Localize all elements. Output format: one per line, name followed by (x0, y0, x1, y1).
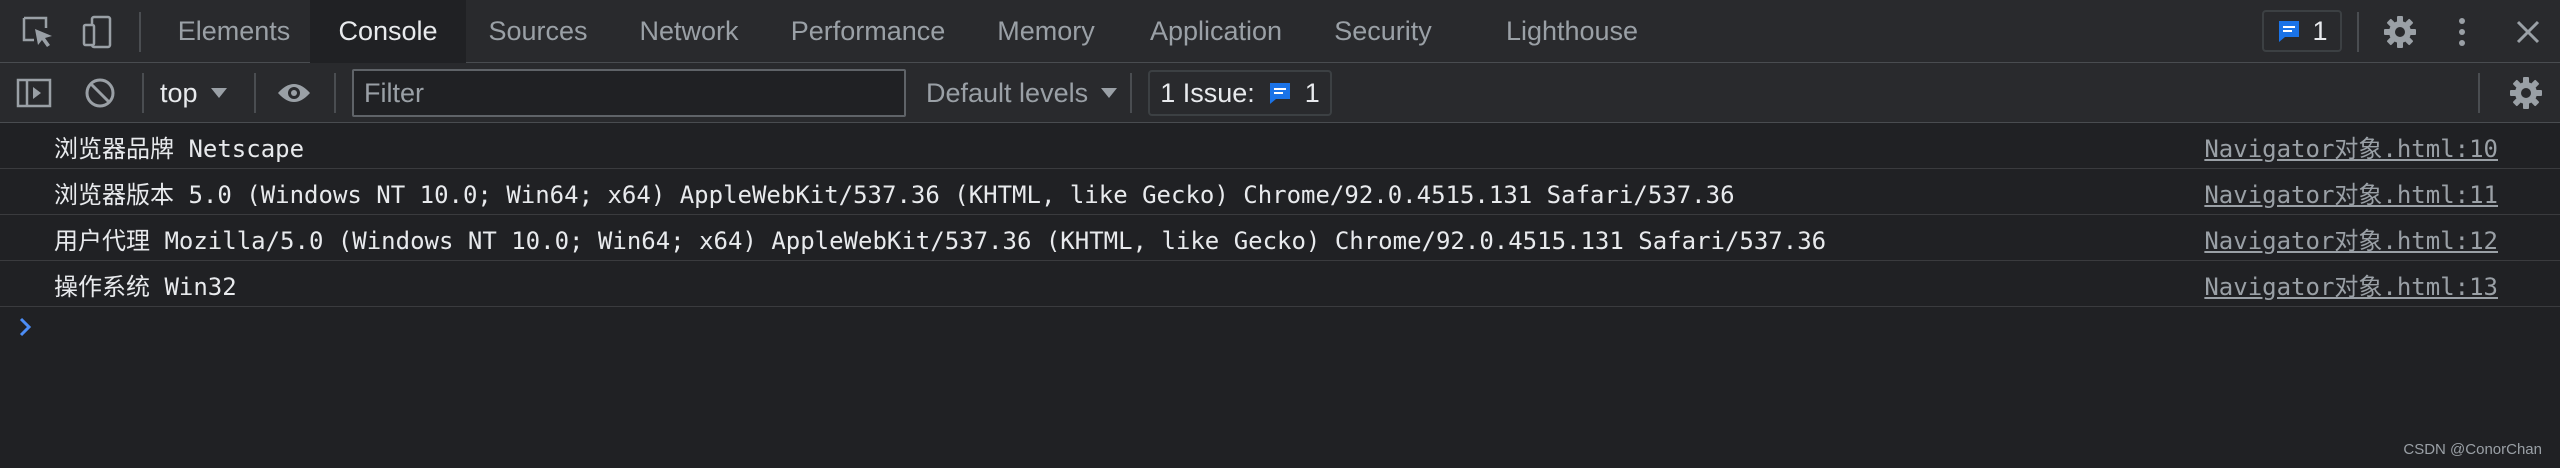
message-source-link[interactable]: Navigator对象.html:13 (2204, 261, 2498, 307)
tab-sources[interactable]: Sources (466, 0, 610, 63)
message-icon (2279, 21, 2300, 42)
tab-console[interactable]: Console (310, 0, 466, 63)
message-text: 操作系统 Win32 (54, 272, 237, 301)
console-message: 浏览器品牌 Netscape Navigator对象.html:10 (0, 123, 2560, 169)
log-levels-label: Default levels (926, 77, 1089, 108)
message-source-link[interactable]: Navigator对象.html:12 (2204, 215, 2498, 261)
issues-label: 1 Issue: (1160, 77, 1255, 108)
context-value: top (160, 77, 198, 108)
console-prompt-chevron-icon[interactable] (16, 314, 36, 340)
issues-count: 1 (1304, 77, 1320, 108)
gear-icon[interactable] (2380, 12, 2420, 52)
tab-lighthouse[interactable]: Lighthouse (1486, 0, 1658, 63)
tab-security[interactable]: Security (1308, 0, 1458, 63)
clear-console-icon[interactable] (80, 73, 120, 113)
console-message: 操作系统 Win32 Navigator对象.html:13 (0, 261, 2560, 307)
close-icon[interactable] (2508, 12, 2548, 52)
divider (254, 73, 256, 113)
issues-button[interactable]: 1 Issue: 1 (1148, 70, 1332, 116)
kebab-menu-icon[interactable] (2442, 12, 2482, 52)
sidebar-toggle-icon[interactable] (14, 73, 54, 113)
message-text: 浏览器品牌 Netscape (54, 134, 305, 163)
log-levels-dropdown[interactable]: Default levels (926, 73, 1118, 113)
divider (1130, 73, 1132, 113)
message-text: 用户代理 Mozilla/5.0 (Windows NT 10.0; Win64… (54, 226, 1827, 255)
console-toolbar: top Default levels 1 Issue: 1 (0, 63, 2560, 123)
console-message: 用户代理 Mozilla/5.0 (Windows NT 10.0; Win64… (0, 215, 2560, 261)
message-source-link[interactable]: Navigator对象.html:10 (2204, 123, 2498, 169)
triangle-down-icon (1101, 88, 1118, 98)
tab-network[interactable]: Network (610, 0, 768, 63)
devtools-tabbar: Elements Console Sources Network Perform… (0, 0, 2560, 63)
divider (334, 73, 336, 113)
console-message: 浏览器版本 5.0 (Windows NT 10.0; Win64; x64) … (0, 169, 2560, 215)
message-icon (1269, 83, 1290, 104)
triangle-down-icon (210, 88, 227, 98)
gear-icon[interactable] (2506, 73, 2546, 113)
device-toolbar-icon[interactable] (78, 12, 118, 52)
message-source-link[interactable]: Navigator对象.html:11 (2204, 169, 2498, 215)
tab-application[interactable]: Application (1124, 0, 1308, 63)
eye-icon[interactable] (274, 73, 314, 113)
divider (2357, 12, 2359, 52)
watermark: CSDN @ConorChan (2403, 441, 2542, 458)
tab-memory[interactable]: Memory (968, 0, 1124, 63)
console-messages: 浏览器品牌 Netscape Navigator对象.html:10 浏览器版本… (0, 123, 2560, 307)
context-selector[interactable]: top (160, 73, 228, 113)
divider (142, 73, 144, 113)
issues-counter-value: 1 (2312, 15, 2328, 46)
issues-counter-button[interactable]: 1 (2262, 10, 2342, 52)
divider (2478, 73, 2480, 113)
tab-performance[interactable]: Performance (768, 0, 968, 63)
tab-elements[interactable]: Elements (158, 0, 310, 63)
inspect-element-icon[interactable] (18, 12, 58, 52)
divider (139, 12, 141, 52)
filter-input[interactable] (352, 69, 906, 117)
message-text: 浏览器版本 5.0 (Windows NT 10.0; Win64; x64) … (54, 180, 1735, 209)
